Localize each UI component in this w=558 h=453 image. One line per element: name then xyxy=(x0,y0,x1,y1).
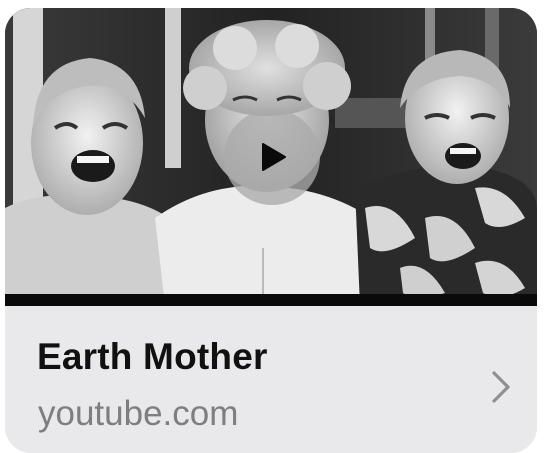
chevron-right-icon[interactable] xyxy=(491,370,511,404)
video-thumbnail[interactable] xyxy=(5,8,537,306)
link-domain: youtube.com xyxy=(38,394,239,433)
play-button[interactable] xyxy=(224,109,320,205)
play-icon xyxy=(262,143,286,171)
link-preview-card[interactable]: Earth Mother youtube.com xyxy=(5,8,537,453)
link-title: Earth Mother xyxy=(37,336,268,377)
link-info[interactable]: Earth Mother youtube.com xyxy=(5,306,537,453)
